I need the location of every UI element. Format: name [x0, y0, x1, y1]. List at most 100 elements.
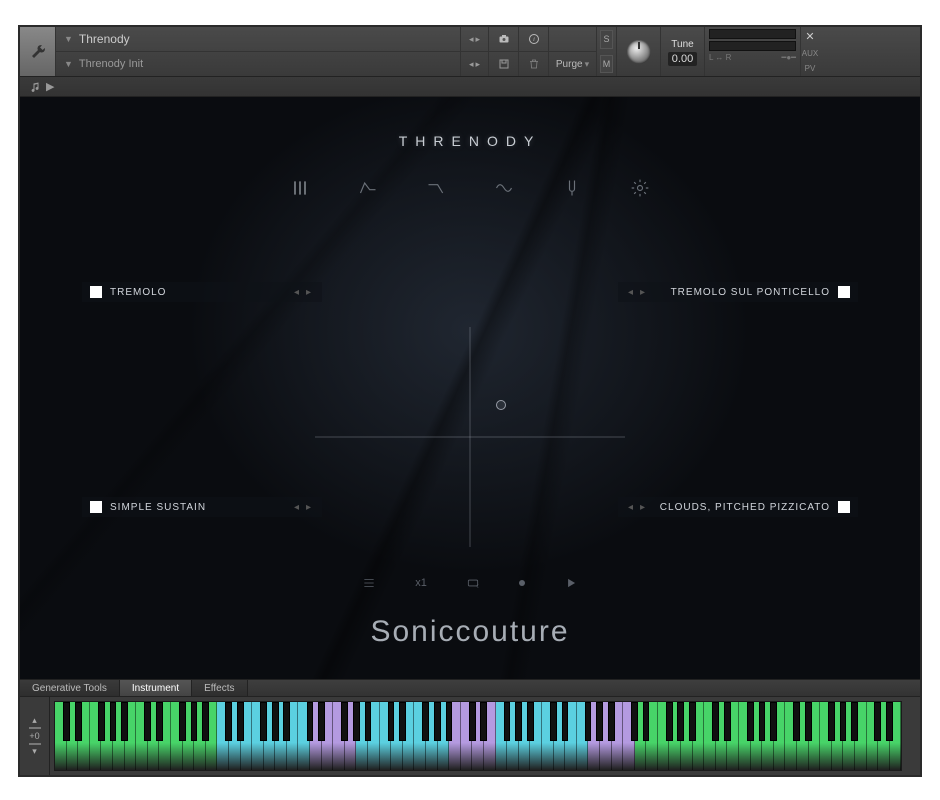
- white-key[interactable]: [472, 702, 484, 770]
- white-key[interactable]: [693, 702, 705, 770]
- white-key[interactable]: [287, 702, 299, 770]
- slot-prev-next[interactable]: ◂▸: [626, 287, 648, 298]
- white-key[interactable]: [148, 702, 160, 770]
- white-key[interactable]: [264, 702, 276, 770]
- tune-display[interactable]: Tune 0.00: [661, 27, 705, 76]
- white-key[interactable]: [762, 702, 774, 770]
- save-icon[interactable]: [489, 52, 518, 76]
- white-key[interactable]: [542, 702, 554, 770]
- info-icon[interactable]: i: [519, 27, 548, 52]
- fader-icon[interactable]: ━●━: [782, 53, 796, 62]
- white-key[interactable]: [577, 702, 589, 770]
- virtual-keyboard[interactable]: [54, 701, 902, 771]
- filter-page-icon[interactable]: [425, 177, 447, 199]
- slot-label[interactable]: TREMOLO SUL PONTICELLO: [656, 287, 830, 298]
- white-key[interactable]: [658, 702, 670, 770]
- white-key[interactable]: [774, 702, 786, 770]
- white-key[interactable]: [751, 702, 763, 770]
- white-key[interactable]: [785, 702, 797, 770]
- white-key[interactable]: [612, 702, 624, 770]
- transpose-down-icon[interactable]: ▾: [32, 747, 37, 756]
- white-key[interactable]: [809, 702, 821, 770]
- white-key[interactable]: [600, 702, 612, 770]
- white-key[interactable]: [217, 702, 229, 770]
- slot-led[interactable]: [90, 501, 102, 513]
- prev-next-preset[interactable]: ◂▸: [461, 52, 488, 76]
- envelope-page-icon[interactable]: [357, 177, 379, 199]
- white-key[interactable]: [136, 702, 148, 770]
- white-key[interactable]: [275, 702, 287, 770]
- white-key[interactable]: [414, 702, 426, 770]
- white-key[interactable]: [55, 702, 67, 770]
- slot-led[interactable]: [90, 286, 102, 298]
- white-key[interactable]: [310, 702, 322, 770]
- white-key[interactable]: [507, 702, 519, 770]
- white-key[interactable]: [867, 702, 879, 770]
- purge-menu[interactable]: Purge ▾: [549, 52, 596, 76]
- white-key[interactable]: [832, 702, 844, 770]
- tab-effects[interactable]: Effects: [192, 680, 247, 696]
- transpose-up-icon[interactable]: ▴: [32, 716, 37, 725]
- volume-knob[interactable]: [617, 27, 661, 76]
- trash-icon[interactable]: [519, 52, 548, 76]
- settings-page-icon[interactable]: [629, 177, 651, 199]
- slot-led[interactable]: [838, 286, 850, 298]
- white-key[interactable]: [252, 702, 264, 770]
- expand-icon[interactable]: ▶: [46, 80, 54, 93]
- play-icon[interactable]: [563, 575, 579, 591]
- white-key[interactable]: [461, 702, 473, 770]
- tuning-page-icon[interactable]: [561, 177, 583, 199]
- list-icon[interactable]: [361, 575, 377, 591]
- slot-prev-next[interactable]: ◂▸: [292, 502, 314, 513]
- white-key[interactable]: [241, 702, 253, 770]
- mute-button[interactable]: M: [600, 55, 613, 74]
- white-key[interactable]: [669, 702, 681, 770]
- white-key[interactable]: [704, 702, 716, 770]
- wrench-button[interactable]: [20, 27, 56, 76]
- slot-label[interactable]: CLOUDS, PITCHED PIZZICATO: [656, 502, 830, 513]
- white-key[interactable]: [391, 702, 403, 770]
- white-key[interactable]: [496, 702, 508, 770]
- white-key[interactable]: [113, 702, 125, 770]
- white-key[interactable]: [843, 702, 855, 770]
- white-key[interactable]: [345, 702, 357, 770]
- white-key[interactable]: [78, 702, 90, 770]
- white-key[interactable]: [171, 702, 183, 770]
- white-key[interactable]: [890, 702, 902, 770]
- white-key[interactable]: [322, 702, 334, 770]
- tab-generative-tools[interactable]: Generative Tools: [20, 680, 120, 696]
- white-key[interactable]: [368, 702, 380, 770]
- white-key[interactable]: [90, 702, 102, 770]
- white-key[interactable]: [716, 702, 728, 770]
- white-key[interactable]: [797, 702, 809, 770]
- white-key[interactable]: [588, 702, 600, 770]
- white-key[interactable]: [820, 702, 832, 770]
- white-key[interactable]: [530, 702, 542, 770]
- tab-instrument[interactable]: Instrument: [120, 680, 192, 696]
- white-key[interactable]: [449, 702, 461, 770]
- loop-icon[interactable]: [465, 575, 481, 591]
- lfo-page-icon[interactable]: [493, 177, 515, 199]
- close-button[interactable]: ✕: [805, 30, 814, 43]
- white-key[interactable]: [67, 702, 79, 770]
- white-key[interactable]: [484, 702, 496, 770]
- white-key[interactable]: [646, 702, 658, 770]
- white-key[interactable]: [519, 702, 531, 770]
- white-key[interactable]: [623, 702, 635, 770]
- xy-pad[interactable]: [350, 357, 590, 517]
- white-key[interactable]: [403, 702, 415, 770]
- white-key[interactable]: [183, 702, 195, 770]
- preset-name-row[interactable]: ▼ Threnody Init: [56, 52, 460, 76]
- white-key[interactable]: [855, 702, 867, 770]
- white-key[interactable]: [159, 702, 171, 770]
- white-key[interactable]: [739, 702, 751, 770]
- prev-next-instrument[interactable]: ◂▸: [461, 27, 488, 52]
- white-key[interactable]: [194, 702, 206, 770]
- white-key[interactable]: [565, 702, 577, 770]
- white-key[interactable]: [438, 702, 450, 770]
- white-key[interactable]: [333, 702, 345, 770]
- solo-button[interactable]: S: [600, 30, 613, 49]
- snapshot-icon[interactable]: [489, 27, 518, 52]
- white-key[interactable]: [101, 702, 113, 770]
- white-key[interactable]: [878, 702, 890, 770]
